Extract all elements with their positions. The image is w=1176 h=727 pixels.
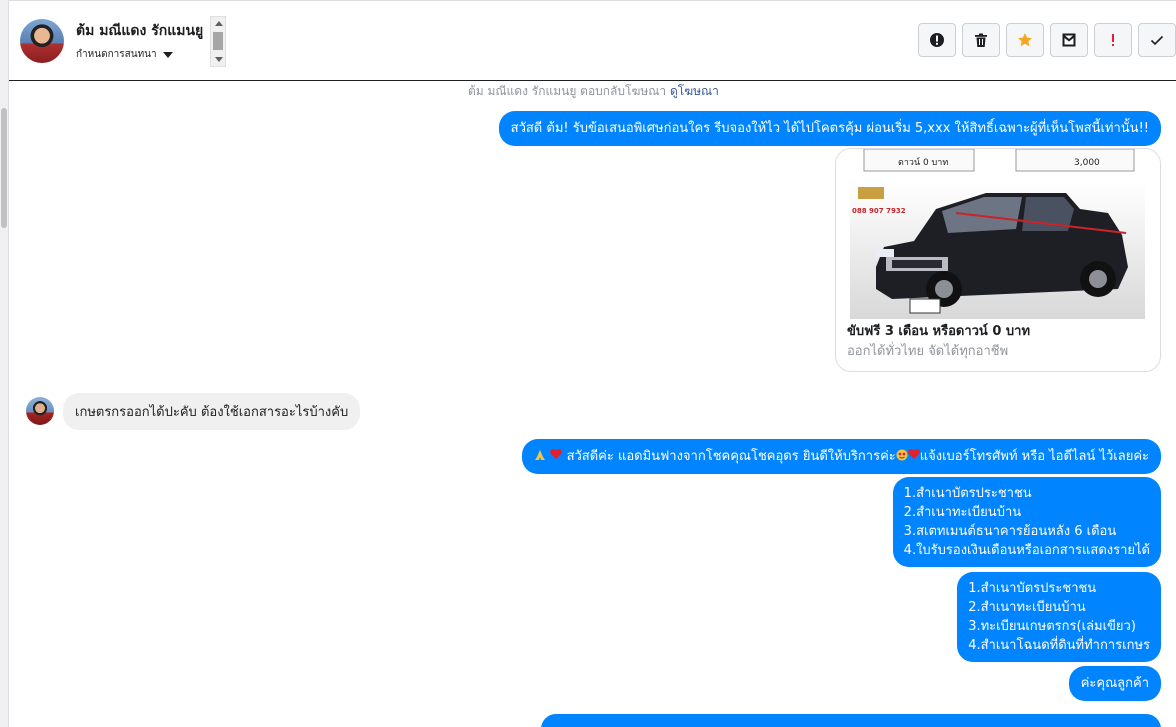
sender-avatar[interactable]	[26, 397, 54, 425]
page-scrollbar-thumb[interactable]	[1, 108, 7, 228]
heart-eyes-emoji-icon	[896, 449, 908, 461]
list-item: 2.สำเนาทะเบียนบ้าน	[968, 600, 1086, 615]
check-icon	[1150, 35, 1164, 46]
message-text: สวัสดี ต้ม! รับข้อเสนอพิเศษก่อนใคร รีบจอ…	[510, 121, 1149, 136]
ad-card-subtitle: ออกได้ทั่วไทย จัดได้ทุกอาชีพ	[847, 344, 1009, 359]
caret-down-icon	[162, 51, 173, 58]
message-text: สวัสดีค่ะ แอดมินฟางจากโชคคุณโชคอุดร ยินด…	[566, 449, 896, 464]
card-img-phone: 088 907 7932	[852, 207, 906, 215]
exclamation-circle-icon	[930, 33, 944, 47]
message-outgoing-partial[interactable]	[541, 714, 1161, 727]
heart-emoji-icon	[908, 449, 920, 461]
header-scrollbar-thumb[interactable]	[213, 32, 223, 50]
spam-button[interactable]	[1094, 23, 1132, 57]
message-text: ค่ะคุณลูกค้า	[1080, 676, 1149, 691]
page-scrollbar[interactable]	[0, 0, 9, 727]
star-icon	[1018, 33, 1032, 47]
ad-reply-note: ต้ม มณีแดง รักแมนยู ตอบกลับโฆษณา ดูโฆษณา	[468, 82, 719, 101]
pray-emoji-icon	[535, 450, 546, 460]
message-thread[interactable]: ต้ม มณีแดง รักแมนยู ตอบกลับโฆษณา ดูโฆษณา…	[9, 81, 1176, 727]
list-item: 1.สำเนาบัตรประชาชน	[968, 581, 1097, 596]
card-img-text-2: 3,000	[1074, 158, 1100, 168]
header-scrollbar[interactable]	[210, 16, 226, 67]
conversation-toolbar	[918, 23, 1176, 57]
delete-button[interactable]	[962, 23, 1000, 57]
message-text: เกษตรกรออกได้ปะคับ ต้องใช้เอกสารอะไรบ้าง…	[75, 405, 349, 420]
contact-avatar[interactable]	[20, 19, 64, 63]
mark-unread-button[interactable]	[1050, 23, 1088, 57]
list-item: 1.สำเนาบัตรประชาชน	[903, 486, 1032, 501]
car-image: ดาวน์ 0 บาท 3,000 088 907 7932	[836, 149, 1160, 319]
assign-conversation-dropdown[interactable]: กำหนดการสนทนา	[76, 47, 173, 62]
ad-card[interactable]: ดาวน์ 0 บาท 3,000 088 907 7932 ขับฟรี 3 …	[835, 148, 1161, 372]
mark-done-button[interactable]	[1138, 23, 1176, 57]
ad-image[interactable]: ดาวน์ 0 บาท 3,000 088 907 7932	[836, 149, 1160, 319]
scroll-down-icon[interactable]	[215, 57, 223, 62]
list-item: 3.สเตทเมนต์ธนาคารย้อนหลัง 6 เดือน	[903, 524, 1117, 539]
card-img-text-1: ดาวน์ 0 บาท	[898, 156, 948, 168]
star-button[interactable]	[1006, 23, 1044, 57]
message-outgoing[interactable]: สวัสดี ต้ม! รับข้อเสนอพิเศษก่อนใคร รีบจอ…	[498, 111, 1161, 146]
contact-name[interactable]: ต้ม มณีแดง รักแมนยู	[76, 20, 203, 42]
message-outgoing-list[interactable]: 1.สำเนาบัตรประชาชน 2.สำเนาทะเบียนบ้าน 3.…	[957, 572, 1161, 662]
conversation-header: ต้ม มณีแดง รักแมนยู กำหนดการสนทนา	[9, 0, 1176, 81]
scroll-up-icon[interactable]	[215, 21, 223, 26]
list-item: 2.สำเนาทะเบียนบ้าน	[903, 505, 1022, 520]
message-outgoing[interactable]: สวัสดีค่ะ แอดมินฟางจากโชคคุณโชคอุดร ยินด…	[522, 439, 1161, 474]
list-item: 4.สำเนาโฉนดที่ดินที่ทำการเกษร	[968, 638, 1150, 653]
view-ad-link[interactable]: ดูโฆษณา	[670, 84, 719, 98]
spam-icon	[1112, 34, 1114, 46]
message-outgoing-list[interactable]: 1.สำเนาบัตรประชาชน 2.สำเนาทะเบียนบ้าน 3.…	[892, 477, 1161, 567]
message-outgoing[interactable]: ค่ะคุณลูกค้า	[1068, 666, 1161, 701]
heart-emoji-icon	[550, 449, 562, 461]
ad-reply-text: ต้ม มณีแดง รักแมนยู ตอบกลับโฆษณา	[468, 84, 667, 98]
message-incoming[interactable]: เกษตรกรออกได้ปะคับ ต้องใช้เอกสารอะไรบ้าง…	[63, 393, 361, 430]
mark-unread-icon	[1062, 33, 1076, 47]
list-item: 3.ทะเบียนเกษตรกร(เล่มเขียว)	[968, 619, 1136, 634]
assign-label: กำหนดการสนทนา	[76, 49, 157, 60]
trash-icon	[975, 33, 987, 47]
message-text: แจ้งเบอร์โทรศัพท์ หรือ ไอดีไลน์ ไว้เลยค่…	[919, 449, 1149, 464]
ad-card-title: ขับฟรี 3 เดือน หรือดาวน์ 0 บาท	[847, 324, 1031, 339]
report-button[interactable]	[918, 23, 956, 57]
list-item: 4.ใบรับรองเงินเดือนหรือเอกสารแสดงรายได้	[903, 543, 1150, 558]
